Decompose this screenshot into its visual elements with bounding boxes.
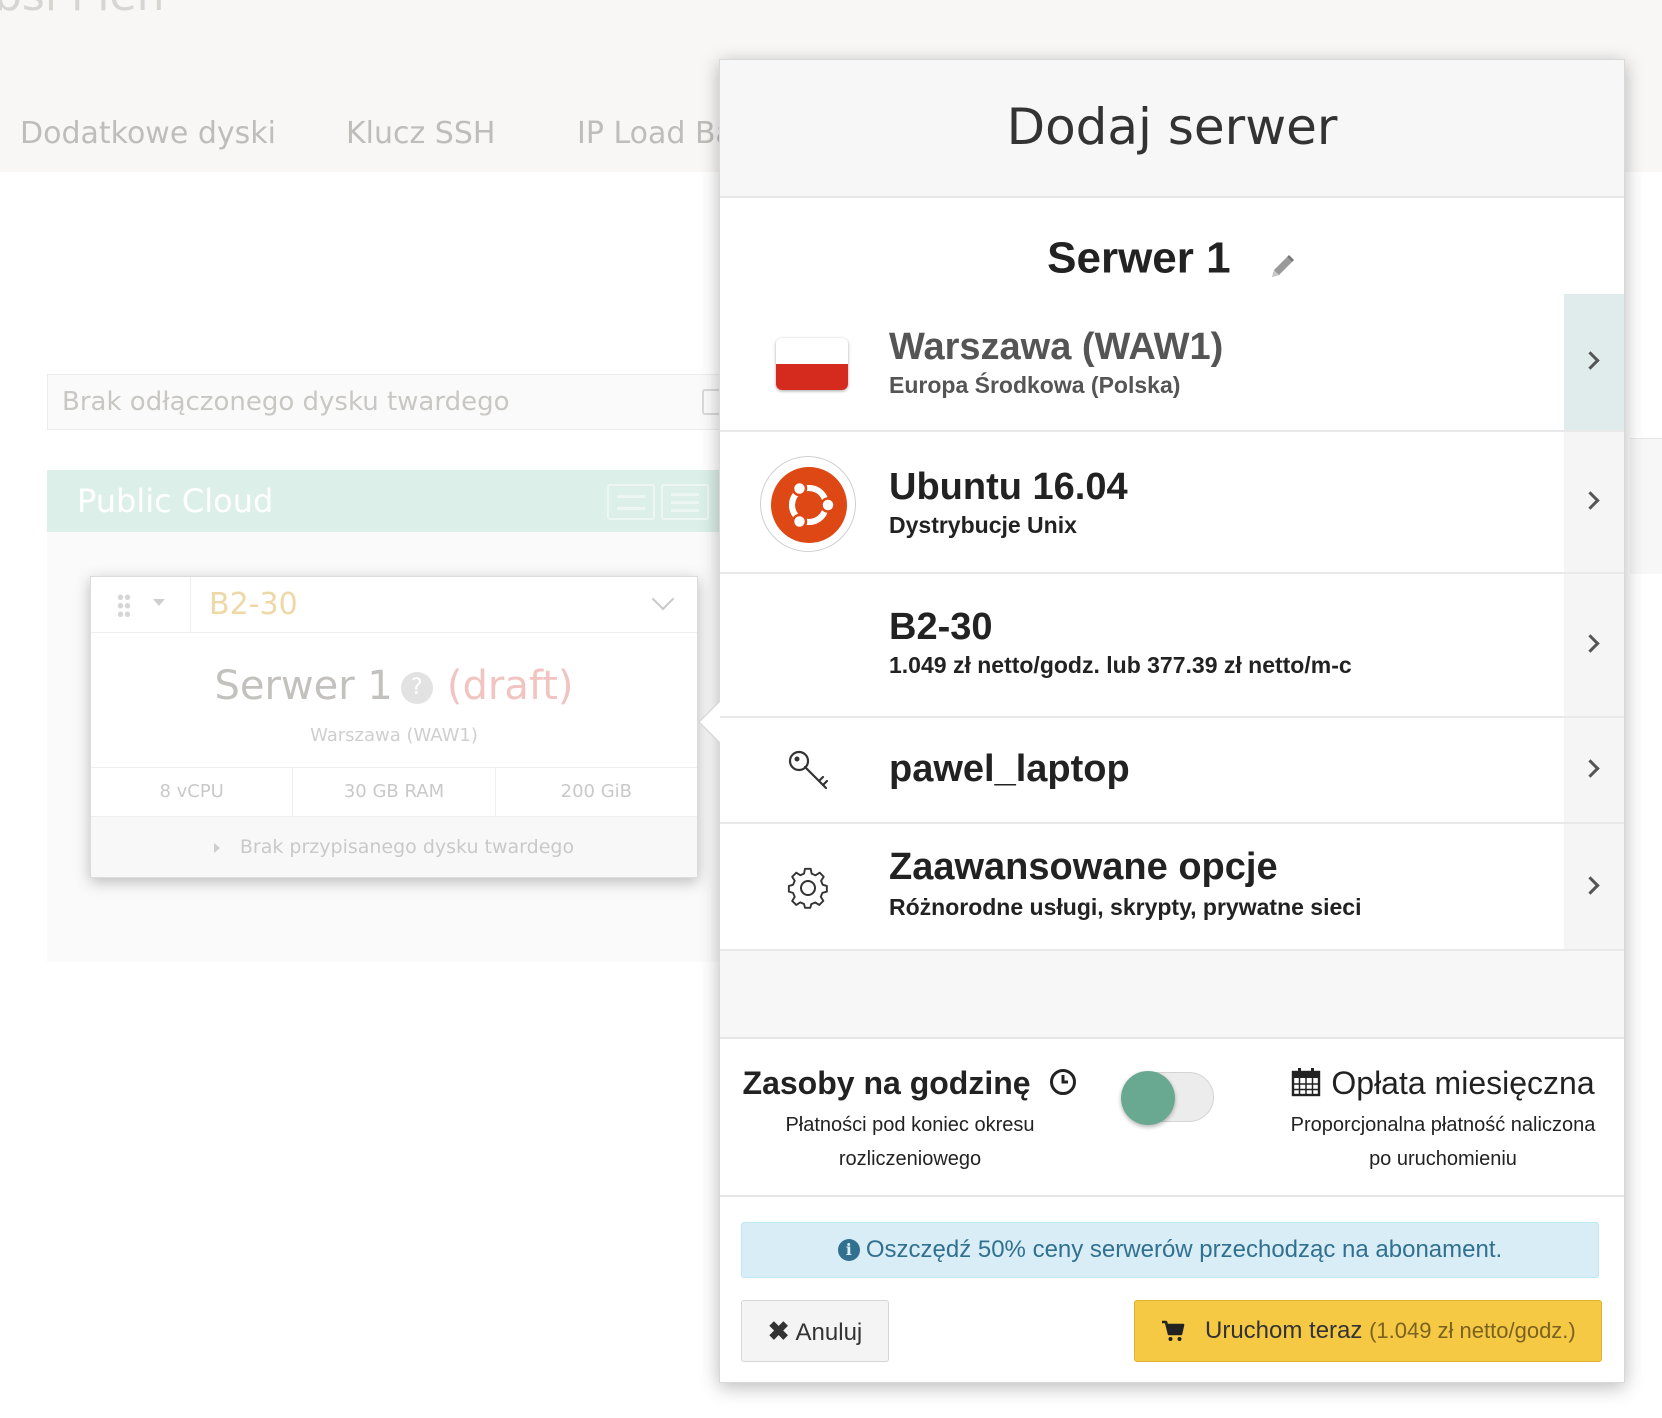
region-subtitle: Europa Środkowa (Polska) <box>889 372 1181 398</box>
server-card-disk-note[interactable]: Brak przypisanego dysku twardego <box>91 817 697 877</box>
monthly-desc-line-2: po uruchomieniu <box>1369 1148 1517 1170</box>
key-icon <box>786 748 832 794</box>
hourly-billing-option[interactable]: Zasoby na godzinę Płatności pod koniec o… <box>740 1065 1080 1176</box>
detached-disk-field[interactable]: Brak odłączonego dysku twardego <box>47 374 727 430</box>
ssh-key-option[interactable]: pawel_laptop <box>720 718 1624 824</box>
caret-right-icon <box>213 842 220 853</box>
server-card-title: Serwer 1? (draft) <box>91 663 697 709</box>
chevron-right-icon <box>1581 759 1600 778</box>
flavor-expand[interactable] <box>1564 574 1624 716</box>
chevron-right-icon <box>1581 634 1600 653</box>
add-server-panel: Dodaj serwer Serwer 1 Warszawa (WAW1) Eu… <box>698 59 1625 1383</box>
chevron-right-icon <box>1581 351 1600 370</box>
gear-icon <box>786 866 830 910</box>
ssh-key-expand[interactable] <box>1564 718 1624 822</box>
panel-title: Dodaj serwer <box>1006 98 1338 156</box>
calendar-icon <box>1292 1068 1321 1097</box>
subscription-info-alert: i Oszczędź 50% ceny serwerów przechodząc … <box>741 1222 1599 1278</box>
image-expand[interactable] <box>1564 432 1624 572</box>
public-cloud-title: Public Cloud <box>77 482 274 520</box>
caret-down-icon[interactable] <box>153 599 165 606</box>
tab-ssh-key[interactable]: Klucz SSH <box>346 116 495 151</box>
close-icon: ✖ <box>767 1316 790 1346</box>
cart-icon <box>1162 1320 1185 1341</box>
monthly-billing-label: Opłata miesięczna <box>1331 1065 1595 1101</box>
server-card-status: (draft) <box>446 663 574 709</box>
background-right-edge <box>1630 438 1662 574</box>
help-icon[interactable]: ? <box>400 672 433 704</box>
advanced-subtitle: Różnorodne usługi, skrypty, prywatne sie… <box>889 894 1362 920</box>
tab-additional-disks[interactable]: Dodatkowe dyski <box>20 116 276 151</box>
ssh-key-title: pawel_laptop <box>889 748 1130 790</box>
billing-toggle-knob[interactable] <box>1121 1071 1175 1125</box>
region-option[interactable]: Warszawa (WAW1) Europa Środkowa (Polska) <box>720 294 1624 432</box>
server-card-location: Warszawa (WAW1) <box>310 725 478 746</box>
spec-storage: 200 GiB <box>560 781 633 802</box>
header-divider <box>190 577 191 633</box>
hourly-billing-description: Płatności pod koniec okresu rozliczeniow… <box>740 1108 1080 1176</box>
flavor-title: B2-30 <box>889 606 993 648</box>
advanced-title: Zaawansowane opcje <box>889 846 1278 888</box>
disk-note-text: Brak przypisanego dysku twardego <box>239 836 575 858</box>
panel-header: Dodaj serwer <box>720 60 1624 198</box>
server-card-flavor: B2-30 <box>209 587 298 622</box>
monthly-billing-title: Opłata miesięczna <box>1268 1065 1618 1102</box>
tab-ip-load-balancer[interactable]: IP Load Ba <box>577 116 734 151</box>
pencil-icon[interactable] <box>1267 243 1297 278</box>
region-expand[interactable] <box>1564 294 1624 430</box>
cancel-button[interactable]: ✖ Anuluj <box>741 1300 889 1362</box>
chevron-right-icon <box>1581 875 1600 895</box>
server-card[interactable]: B2-30 Serwer 1? (draft) Warszawa (WAW1) 8… <box>90 576 698 878</box>
spec-ram: 30 GB RAM <box>293 768 496 816</box>
public-cloud-header: Public Cloud <box>47 470 727 532</box>
options-spacer <box>720 951 1624 1039</box>
advanced-options[interactable]: Zaawansowane opcje Różnorodne usługi, sk… <box>720 824 1624 951</box>
monthly-billing-option[interactable]: Opłata miesięczna Proporcjonalna płatnoś… <box>1268 1065 1618 1176</box>
panel-pointer <box>698 700 721 744</box>
image-subtitle: Dystrybucje Unix <box>889 512 1077 538</box>
image-option[interactable]: Ubuntu 16.04 Dystrybucje Unix <box>720 432 1624 574</box>
launch-price: (1.049 zł netto/godz.) <box>1369 1318 1576 1343</box>
server-card-header: B2-30 <box>91 577 697 633</box>
view-toggle-cards-button[interactable] <box>607 484 655 520</box>
view-toggle-list-button[interactable] <box>661 484 709 520</box>
hourly-billing-title: Zasoby na godzinę <box>740 1065 1080 1102</box>
monthly-desc-line-1: Proporcjonalna płatność naliczona <box>1290 1114 1596 1136</box>
subscription-info-text: Oszczędź 50% ceny serwerów przechodząc n… <box>865 1236 1503 1263</box>
server-card-specs: 8 vCPU 30 GB RAM 200 GiB <box>91 767 697 817</box>
ubuntu-logo-icon <box>760 456 856 552</box>
flavor-option[interactable]: B2-30 1.049 zł netto/godz. lub 377.39 zł… <box>720 574 1624 718</box>
monthly-billing-description: Proporcjonalna płatność naliczona po uru… <box>1268 1108 1618 1176</box>
flavor-price: 1.049 zł netto/godz. lub 377.39 zł netto… <box>889 652 1352 678</box>
launch-now-button[interactable]: Uruchom teraz (1.049 zł netto/godz.) <box>1134 1300 1602 1362</box>
chevron-down-icon[interactable] <box>651 587 675 611</box>
server-card-name: Serwer 1 <box>214 663 393 709</box>
drag-handle-icon[interactable] <box>117 593 131 619</box>
advanced-expand[interactable] <box>1564 824 1624 949</box>
hourly-billing-label: Zasoby na godzinę <box>742 1065 1031 1101</box>
billing-toggle[interactable] <box>1121 1071 1214 1125</box>
spec-vcpu: 8 vCPU <box>91 768 294 816</box>
image-title: Ubuntu 16.04 <box>889 466 1128 508</box>
info-icon: i <box>837 1239 860 1261</box>
chevron-right-icon <box>1581 491 1600 510</box>
server-name-text: Serwer 1 <box>1047 233 1231 283</box>
background-title-fragment: bsi i ien <box>0 0 164 21</box>
poland-flag-icon <box>776 338 848 390</box>
cancel-label: Anuluj <box>795 1319 863 1346</box>
hourly-desc-line-2: rozliczeniowego <box>838 1148 982 1170</box>
launch-label-group: Uruchom teraz (1.049 zł netto/godz.) <box>1205 1301 1576 1361</box>
clock-icon <box>1050 1069 1077 1095</box>
hourly-desc-line-1: Płatności pod koniec okresu <box>785 1114 1035 1136</box>
server-name: Serwer 1 <box>720 231 1624 283</box>
detached-disk-placeholder: Brak odłączonego dysku twardego <box>62 387 510 417</box>
launch-label: Uruchom teraz <box>1205 1317 1363 1344</box>
region-title: Warszawa (WAW1) <box>889 326 1224 368</box>
